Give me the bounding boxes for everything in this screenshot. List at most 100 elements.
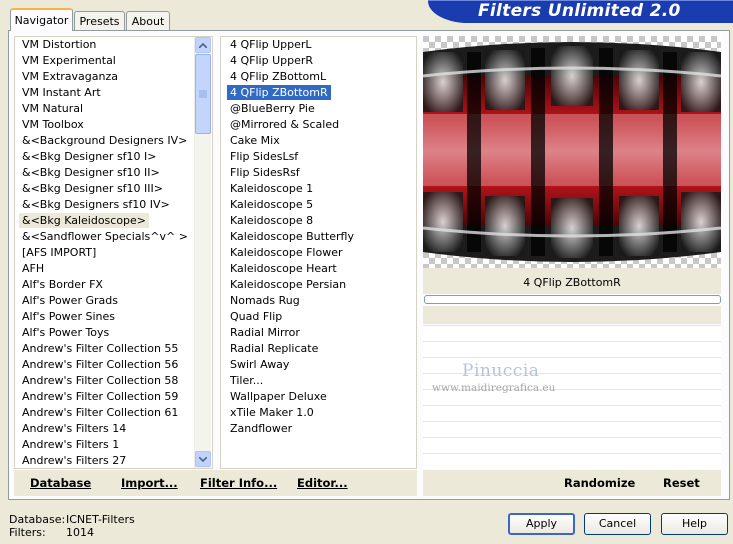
param-row [423,421,721,437]
chevron-up-icon [199,42,207,48]
filter-item-label: Cake Mix [230,134,280,147]
randomize-button[interactable]: Randomize [564,476,635,490]
category-item[interactable]: VM Natural [15,101,212,117]
filter-item[interactable]: Wallpaper Deluxe [223,389,416,405]
filter-item[interactable]: Kaleidoscope Persian [223,277,416,293]
filter-item[interactable]: Radial Replicate [223,341,416,357]
watermark-url: www.maidiregrafica.eu [432,382,556,394]
category-item[interactable]: Andrew's Filters 27 [15,453,212,468]
cancel-button[interactable]: Cancel [584,513,651,535]
category-item[interactable]: [AFS IMPORT] [15,245,212,261]
filter-info-button[interactable]: Filter Info... [200,476,277,490]
filter-item[interactable]: Kaleidoscope Flower [223,245,416,261]
category-item[interactable]: &<Background Designers IV> [15,133,212,149]
filter-item[interactable]: Quad Flip [223,309,416,325]
filter-item[interactable]: Tiler... [223,373,416,389]
category-item[interactable]: VM Experimental [15,53,212,69]
category-item-label: [AFS IMPORT] [22,246,97,259]
filter-item[interactable]: 4 QFlip UpperR [223,53,416,69]
category-item[interactable]: Andrew's Filters 14 [15,421,212,437]
filter-item-label: Flip SidesLsf [230,150,299,163]
filter-item[interactable]: @Mirrored & Scaled [223,117,416,133]
scroll-thumb[interactable] [195,54,211,134]
filter-item[interactable]: Kaleidoscope 5 [223,197,416,213]
filter-item[interactable]: Zandflower [223,421,416,437]
chevron-down-icon [199,456,207,462]
category-item[interactable]: &<Bkg Designer sf10 I> [15,149,212,165]
filter-item[interactable]: Cake Mix [223,133,416,149]
category-item-label: VM Toolbox [22,118,84,131]
filter-item-label: Zandflower [230,422,293,435]
category-item[interactable]: Andrew's Filter Collection 58 [15,373,212,389]
filter-item[interactable]: xTile Maker 1.0 [223,405,416,421]
filter-item[interactable]: Kaleidoscope Heart [223,261,416,277]
filter-item[interactable]: Kaleidoscope Butterfly [223,229,416,245]
category-item[interactable]: VM Toolbox [15,117,212,133]
category-item[interactable]: Alf's Power Sines [15,309,212,325]
category-item[interactable]: Andrew's Filter Collection 56 [15,357,212,373]
category-item[interactable]: Andrew's Filters 1 [15,437,212,453]
param-row [423,325,721,341]
filter-item[interactable]: 4 QFlip ZBottomR [223,85,416,101]
category-item[interactable]: Alf's Border FX [15,277,212,293]
tab-navigator[interactable]: Navigator [10,8,73,31]
scroll-up-button[interactable] [195,37,211,53]
filter-item[interactable]: Flip SidesLsf [223,149,416,165]
filter-item-label: Flip SidesRsf [230,166,300,179]
category-item[interactable]: AFH [15,261,212,277]
category-item[interactable]: Alf's Power Grads [15,293,212,309]
category-item-label: &<Bkg Designers sf10 IV> [22,198,170,211]
category-item-label: Andrew's Filters 27 [22,454,127,467]
filter-item-label: Kaleidoscope 8 [230,214,314,227]
filter-item[interactable]: Kaleidoscope 1 [223,181,416,197]
filter-item[interactable]: 4 QFlip ZBottomL [223,69,416,85]
import-button[interactable]: Import... [121,476,178,490]
database-button[interactable]: Database [30,476,91,490]
category-scrollbar[interactable] [194,37,211,468]
category-item-label: &<Bkg Kaleidoscope> [19,213,150,228]
filter-listbox[interactable]: 4 QFlip UpperL 4 QFlip UpperR 4 QFlip ZBot… [220,36,417,469]
filter-item[interactable]: Flip SidesRsf [223,165,416,181]
filter-item[interactable]: Radial Mirror [223,325,416,341]
filter-item[interactable]: Swirl Away [223,357,416,373]
banner-title: Filters Unlimited 2.0 [478,1,681,21]
category-item-label: Alf's Power Toys [22,326,110,339]
category-item-label: Andrew's Filters 1 [22,438,120,451]
tab-presets[interactable]: Presets [74,11,125,30]
filter-item[interactable]: @BlueBerry Pie [223,101,416,117]
category-item[interactable]: Alf's Power Toys [15,325,212,341]
param-row [423,453,721,469]
filter-item[interactable]: 4 QFlip UpperL [223,37,416,53]
filter-item-label: 4 QFlip ZBottomL [230,70,327,83]
param-row [423,437,721,453]
scroll-down-button[interactable] [195,451,211,467]
tab-about[interactable]: About [126,11,170,30]
category-item[interactable]: Andrew's Filter Collection 59 [15,389,212,405]
category-item-label: Andrew's Filter Collection 55 [22,342,179,355]
filter-item-label: Kaleidoscope Persian [230,278,347,291]
category-item[interactable]: Andrew's Filter Collection 61 [15,405,212,421]
category-item[interactable]: VM Extravaganza [15,69,212,85]
filter-item[interactable]: Kaleidoscope 8 [223,213,416,229]
category-item[interactable]: &<Sandflower Specials^v^ > [15,229,212,245]
category-item[interactable]: &<Bkg Designer sf10 II> [15,165,212,181]
category-listbox[interactable]: VM Distortion VM Experimental VM Extravaga… [14,36,213,469]
category-item[interactable]: &<Bkg Designers sf10 IV> [15,197,212,213]
reset-button[interactable]: Reset [663,476,700,490]
grip-icon [199,90,207,98]
filter-item[interactable]: Nomads Rug [223,293,416,309]
param-row [423,341,721,357]
category-item[interactable]: &<Bkg Designer sf10 III> [15,181,212,197]
apply-button[interactable]: Apply [508,513,575,535]
kaleidoscope-preview [423,36,721,268]
filter-item-label: Kaleidoscope 5 [230,198,314,211]
help-button[interactable]: Help [661,513,728,535]
category-item[interactable]: VM Distortion [15,37,212,53]
filter-item-label: Quad Flip [230,310,283,323]
category-item-label: &<Bkg Designer sf10 III> [22,182,164,195]
category-item[interactable]: VM Instant Art [15,85,212,101]
editor-button[interactable]: Editor... [297,476,348,490]
category-item[interactable]: Andrew's Filter Collection 55 [15,341,212,357]
category-item[interactable]: &<Bkg Kaleidoscope> [15,213,212,229]
category-item-label: Andrew's Filter Collection 59 [22,390,179,403]
